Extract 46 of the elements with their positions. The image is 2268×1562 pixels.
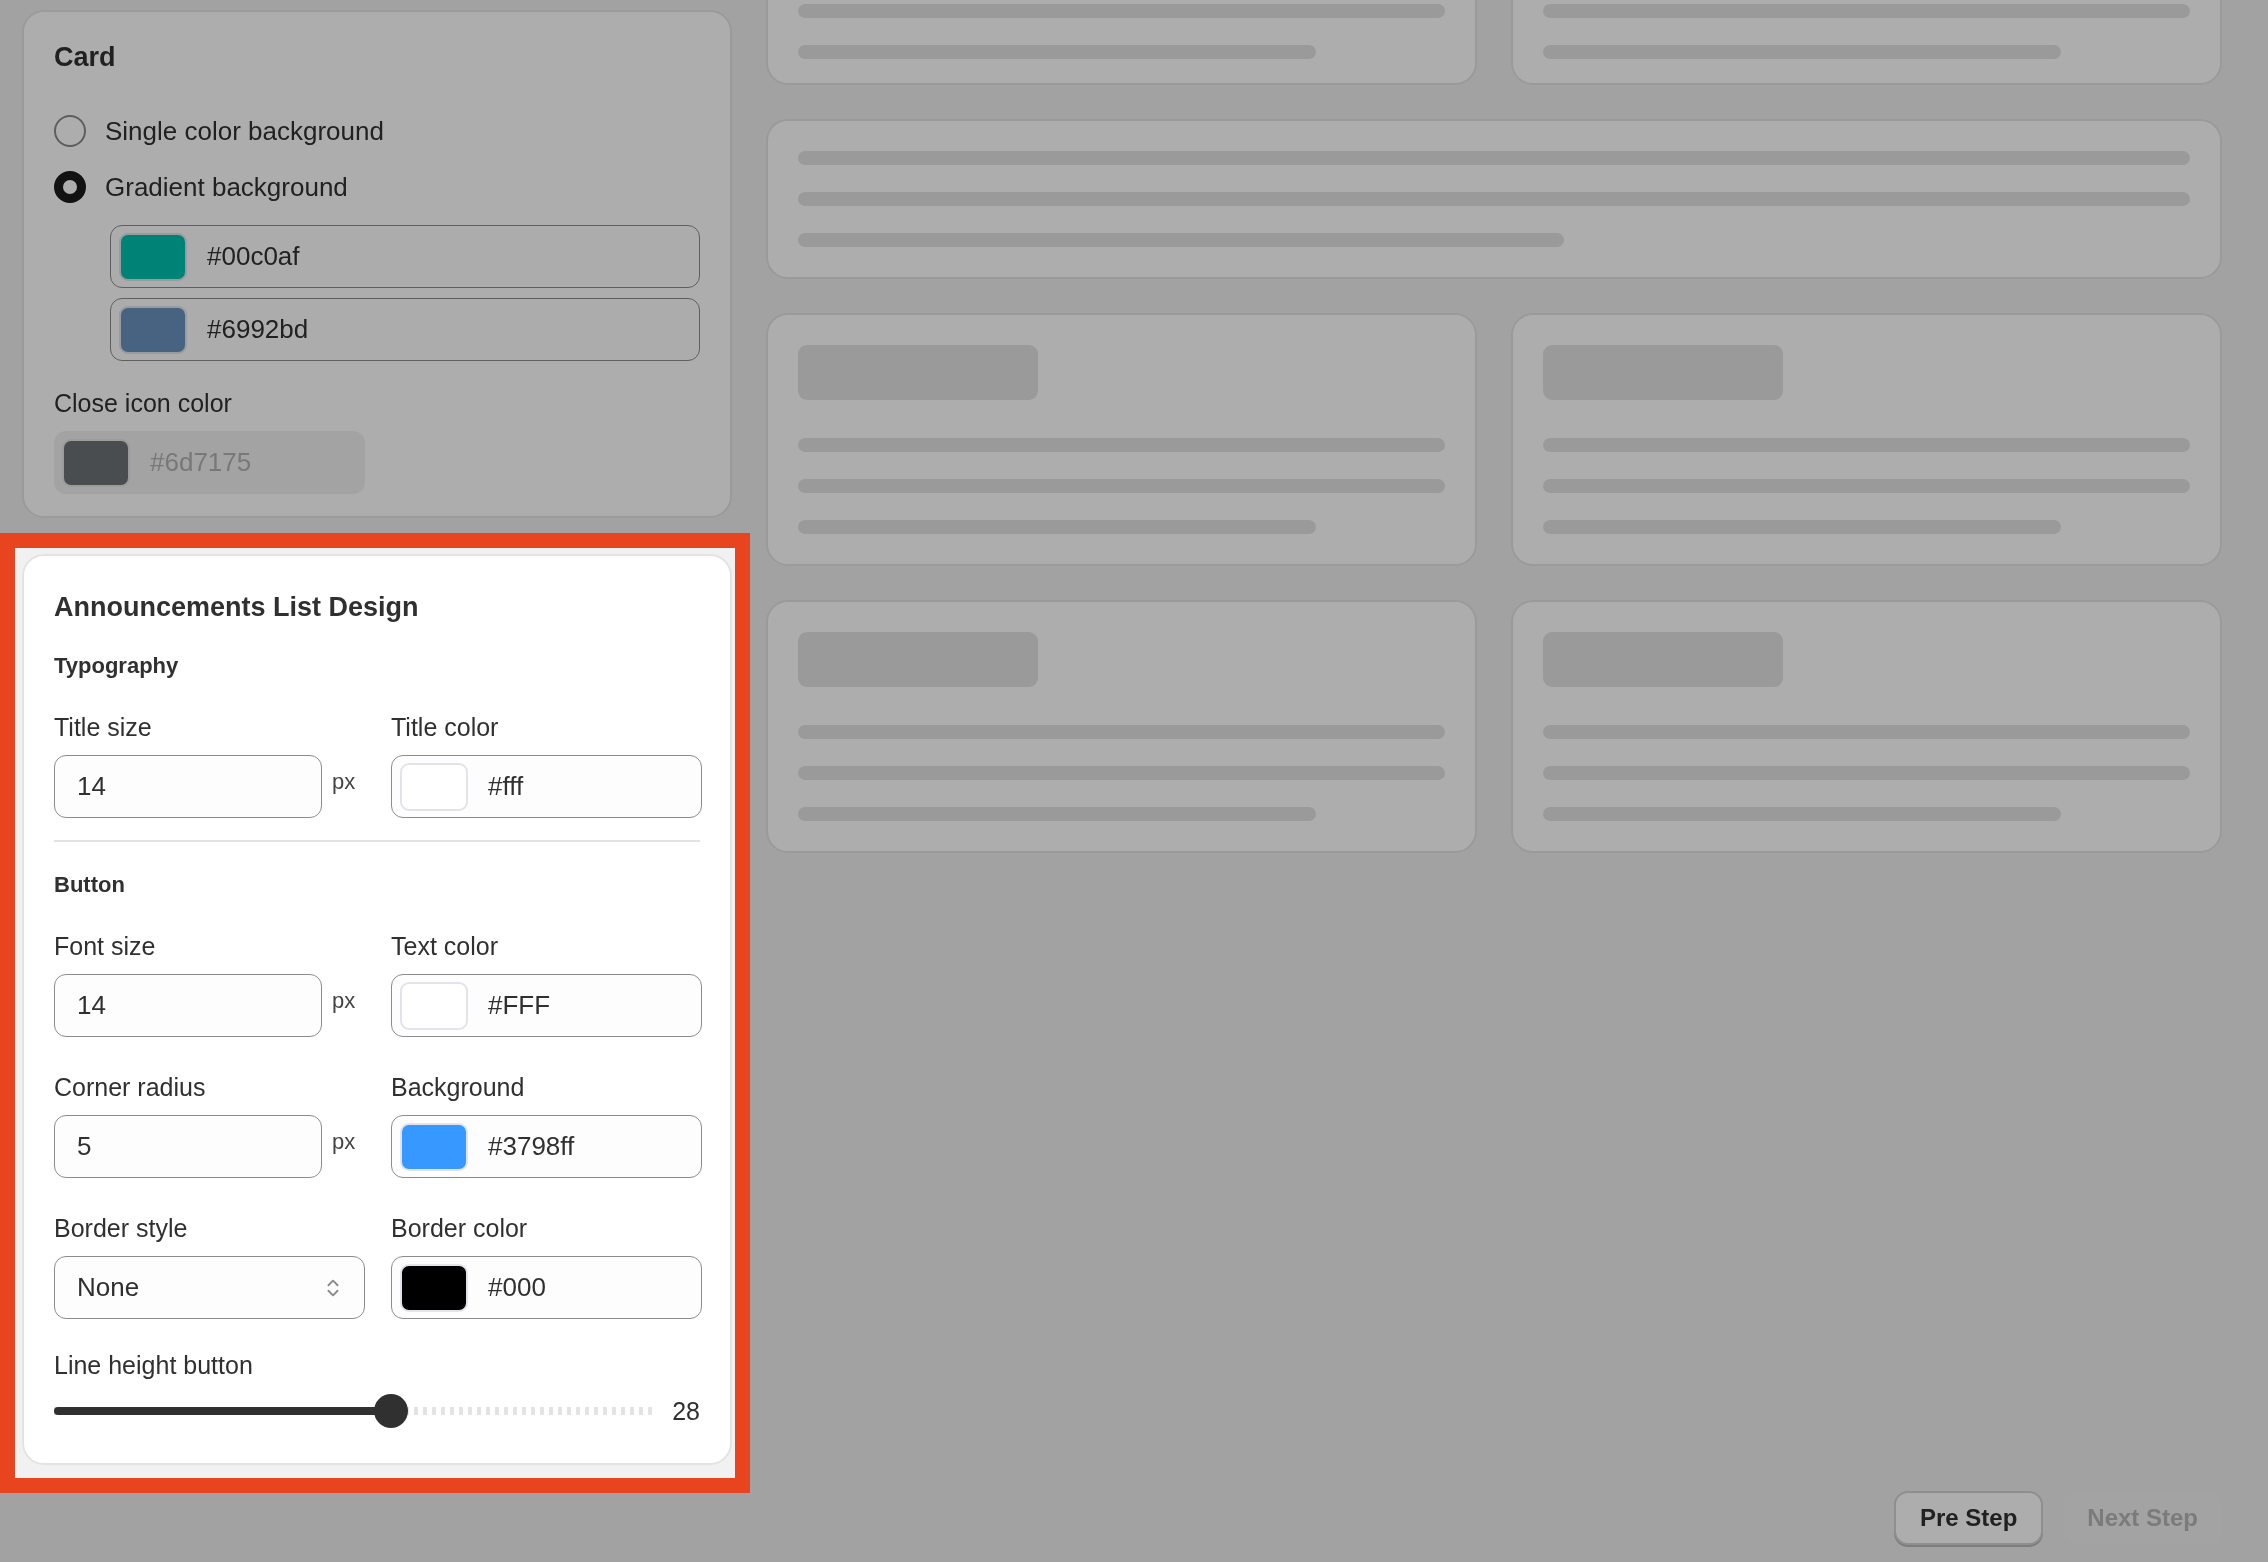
panel-title: Announcements List Design — [54, 592, 420, 623]
color-value: #00c0af — [207, 241, 300, 272]
field-label: Title color — [391, 712, 500, 743]
radio-label: Single color background — [105, 115, 384, 147]
section-heading: Button — [54, 872, 126, 898]
color-swatch[interactable] — [400, 1263, 468, 1312]
color-field[interactable]: #000 — [391, 1256, 702, 1319]
color-field[interactable]: #00c0af — [110, 225, 700, 288]
section-heading: Typography — [54, 653, 180, 679]
field-label: Background — [391, 1072, 526, 1103]
unit-label: px — [332, 988, 356, 1014]
number-field[interactable]: 5 — [54, 1115, 322, 1178]
number-field[interactable]: 14 — [54, 755, 322, 818]
unit-label: px — [332, 1129, 356, 1155]
field-label: Border style — [54, 1213, 189, 1244]
color-swatch[interactable] — [400, 762, 468, 811]
color-swatch[interactable] — [400, 981, 468, 1030]
number-field[interactable]: 14 — [54, 974, 322, 1037]
color-field[interactable]: #FFF — [391, 974, 702, 1037]
radio-label: Gradient background — [105, 171, 348, 203]
field-label: Border color — [391, 1213, 529, 1244]
slider-value: 28 — [672, 1396, 700, 1426]
color-value: #6992bd — [207, 314, 309, 345]
field-label: Close icon color — [54, 388, 233, 419]
color-swatch[interactable] — [119, 305, 187, 354]
radio-button[interactable] — [54, 115, 86, 147]
select-field[interactable]: None — [54, 1256, 365, 1319]
color-swatch[interactable] — [119, 232, 187, 281]
slider-thumb[interactable] — [374, 1394, 409, 1428]
color-value: #fff — [488, 771, 524, 802]
color-value: #3798ff — [488, 1131, 575, 1162]
unit-label: px — [332, 769, 356, 795]
color-value: #000 — [488, 1272, 546, 1303]
color-field[interactable]: #fff — [391, 755, 702, 818]
panel-title: Card — [54, 42, 117, 73]
field-label: Text color — [391, 931, 499, 962]
color-field[interactable]: #3798ff — [391, 1115, 702, 1178]
color-field[interactable]: #6992bd — [110, 298, 700, 361]
color-swatch[interactable] — [400, 1122, 468, 1171]
field-label: Line height button — [54, 1350, 254, 1381]
field-label: Corner radius — [54, 1072, 207, 1103]
radio-button[interactable] — [54, 171, 86, 203]
color-value: #FFF — [488, 990, 551, 1021]
field-label: Title size — [54, 712, 153, 743]
step-button[interactable]: Pre Step — [1893, 1491, 2044, 1545]
field-label: Font size — [54, 931, 157, 962]
